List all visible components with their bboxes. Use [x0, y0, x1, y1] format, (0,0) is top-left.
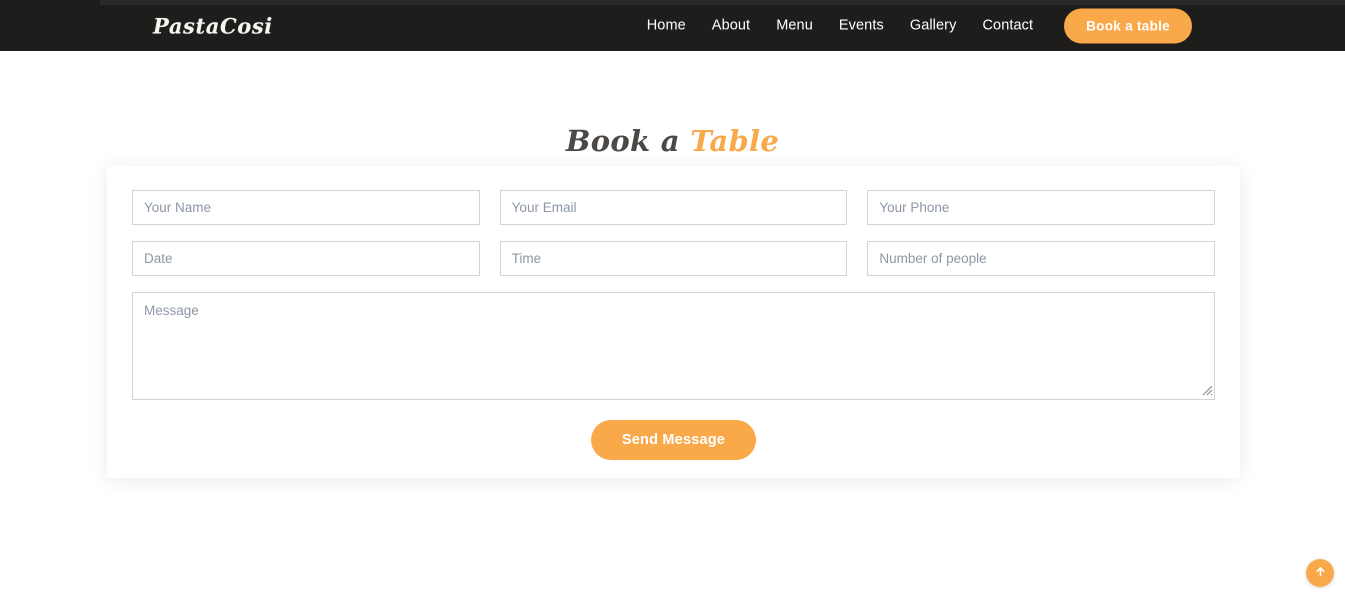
- submit-row: Send Message: [132, 420, 1215, 460]
- message-textarea[interactable]: [132, 292, 1215, 400]
- nav-item-home[interactable]: Home: [634, 12, 699, 40]
- scroll-to-top-button[interactable]: [1306, 559, 1334, 587]
- page-content: Book a Table Your Name Your Email Your P…: [0, 51, 1345, 595]
- date-input[interactable]: [132, 241, 480, 276]
- number-of-people-input[interactable]: [867, 241, 1216, 276]
- message-field-wrapper: [132, 292, 1215, 400]
- page-title: Book a Table: [0, 124, 1345, 158]
- site-header: PastaCosi Home About Menu Events Gallery…: [0, 0, 1345, 51]
- form-col-phone: [867, 190, 1216, 225]
- time-input[interactable]: [499, 241, 848, 276]
- booking-form-card: Send Message: [107, 166, 1240, 478]
- nav-item-contact[interactable]: Contact: [969, 12, 1046, 40]
- top-accent-band: [100, 0, 1345, 5]
- book-a-table-button[interactable]: Book a table: [1064, 8, 1192, 43]
- nav-item-menu[interactable]: Menu: [763, 12, 826, 40]
- form-row-1: [132, 190, 1216, 225]
- form-col-time: [499, 241, 848, 276]
- form-col-email: [499, 190, 848, 225]
- your-email-input[interactable]: [499, 190, 848, 225]
- form-col-name: [132, 190, 480, 225]
- form-col-people: [867, 241, 1216, 276]
- nav-item-gallery[interactable]: Gallery: [897, 12, 970, 40]
- your-name-input[interactable]: [132, 190, 480, 225]
- main-navigation: Home About Menu Events Gallery Contact B…: [634, 8, 1192, 43]
- page-title-part2: Table: [690, 124, 780, 159]
- header-inner: PastaCosi Home About Menu Events Gallery…: [0, 0, 1345, 51]
- form-row-2: [132, 241, 1216, 276]
- page-title-part1: Book a: [565, 124, 691, 159]
- arrow-up-icon: [1314, 565, 1327, 581]
- your-phone-input[interactable]: [867, 190, 1216, 225]
- form-col-date: [132, 241, 480, 276]
- nav-item-events[interactable]: Events: [826, 12, 897, 40]
- nav-item-about[interactable]: About: [699, 12, 763, 40]
- brand-logo[interactable]: PastaCosi: [153, 13, 273, 38]
- send-message-button[interactable]: Send Message: [590, 420, 757, 460]
